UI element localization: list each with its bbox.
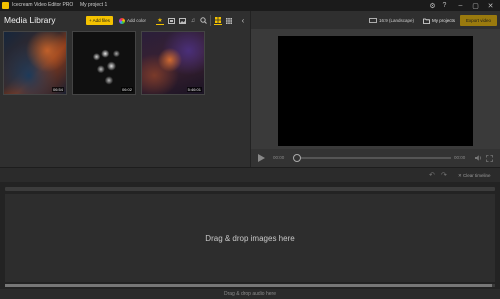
media-thumbnail[interactable]: 5:46:01	[141, 31, 205, 95]
clear-timeline-label: Clear timeline	[463, 173, 491, 178]
close-icon[interactable]: ✕	[486, 1, 495, 10]
add-color-label: Add color	[127, 18, 147, 23]
fullscreen-icon[interactable]	[485, 154, 493, 162]
add-files-button[interactable]: + Add files	[86, 16, 113, 25]
thumbnail-image	[4, 32, 66, 94]
audio-track[interactable]: Drag & drop audio here	[0, 289, 500, 299]
app-title: Icecream Video Editor PRO	[12, 2, 74, 8]
image-icon[interactable]	[178, 16, 186, 25]
title-bar: Icecream Video Editor PRO My project 1 ⚙…	[0, 0, 500, 11]
project-title[interactable]: My project 1	[80, 1, 107, 10]
maximize-icon[interactable]: ▢	[471, 1, 480, 10]
play-icon[interactable]	[258, 154, 265, 162]
clear-timeline-button[interactable]: ✕ Clear timeline	[458, 171, 491, 180]
timeline: Drag & drop images here Drag & drop audi…	[0, 182, 500, 299]
scrubber-handle[interactable]	[293, 154, 301, 162]
video-icon[interactable]	[167, 16, 175, 25]
video-preview	[278, 36, 473, 146]
timeline-toolbar: ↶ ↷ ✕ Clear timeline	[0, 167, 500, 182]
media-library-panel: Media Library + Add files Add color ★ ♫ …	[0, 11, 250, 167]
export-video-button[interactable]: Export video	[460, 15, 497, 26]
settings-icon[interactable]: ⚙	[428, 1, 437, 10]
search-icon[interactable]	[199, 16, 207, 25]
total-time: 00:00	[454, 155, 466, 160]
duration-label: 06:02	[120, 87, 133, 92]
playback-controls: 00:00 00:00	[251, 149, 500, 167]
grid-small-icon[interactable]	[225, 16, 233, 25]
minimize-icon[interactable]: –	[456, 1, 465, 10]
thumbnail-image	[73, 32, 135, 94]
preview-panel: 16:9 (Landscape) My projects Export vide…	[250, 11, 500, 167]
drop-images-zone: Drag & drop images here	[205, 233, 295, 243]
divider	[210, 15, 211, 26]
help-icon[interactable]: ?	[440, 1, 449, 10]
media-thumbnail[interactable]: 06:54	[3, 31, 67, 95]
grid-large-icon[interactable]	[214, 16, 222, 25]
app-logo-icon	[2, 2, 9, 9]
aspect-ratio-label: 16:9 (Landscape)	[379, 18, 415, 23]
redo-icon[interactable]: ↷	[441, 171, 447, 179]
aspect-ratio-icon	[369, 18, 377, 23]
music-icon[interactable]: ♫	[189, 16, 197, 25]
duration-label: 5:46:01	[186, 87, 202, 92]
scrubber-track[interactable]	[296, 157, 451, 159]
collapse-panel-icon[interactable]: ‹	[239, 16, 247, 25]
folder-icon	[423, 18, 430, 24]
duration-label: 06:54	[51, 87, 64, 92]
aspect-ratio-selector[interactable]: 16:9 (Landscape)	[369, 16, 414, 25]
media-library-title: Media Library	[4, 15, 56, 25]
thumbnail-image	[142, 32, 204, 94]
star-icon[interactable]: ★	[156, 16, 164, 25]
timeline-scrollbar-thumb[interactable]	[5, 284, 492, 287]
undo-icon[interactable]: ↶	[429, 171, 435, 179]
current-time: 00:00	[273, 155, 285, 160]
preview-area	[251, 29, 500, 149]
color-palette-icon	[119, 17, 125, 24]
volume-icon[interactable]	[474, 154, 482, 162]
timeline-ruler[interactable]	[5, 187, 495, 191]
image-track[interactable]: Drag & drop images here	[5, 194, 495, 282]
my-projects-label: My projects	[432, 18, 456, 23]
add-color-button[interactable]: Add color	[119, 16, 146, 25]
my-projects-button[interactable]: My projects	[423, 16, 455, 25]
media-thumbnail[interactable]: 06:02	[72, 31, 136, 95]
